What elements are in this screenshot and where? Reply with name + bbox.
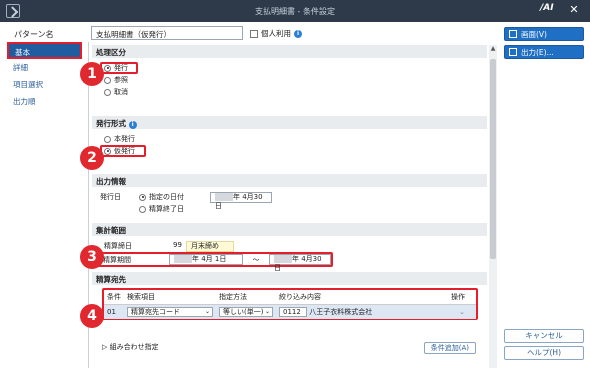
select-value: 精算宛先コード — [131, 308, 180, 316]
screen-icon — [509, 30, 517, 38]
radio-label: 本発行 — [114, 135, 135, 143]
preview-button[interactable]: 画面(V) — [504, 27, 584, 41]
table-row[interactable]: 01 精算宛先コード ⌄ 等しい(単一) ⌄ 0112 八王子衣料株式会社 ⌄ — [104, 304, 476, 320]
export-icon — [509, 48, 517, 56]
tilde: 〜 — [252, 255, 260, 264]
sidebar: 基本 詳細 項目選択 出力順 — [7, 42, 82, 366]
sidebar-item-basic[interactable]: 基本 — [7, 42, 82, 59]
window-title: 支払明細書 - 条件設定 — [255, 7, 335, 16]
section-issue-header: 処理区分 — [92, 45, 487, 58]
sidebar-item-columns[interactable]: 項目選択 — [7, 76, 82, 93]
issue-date-input[interactable]: 年 4月30日 — [210, 191, 272, 210]
close-day-text: 月末締め — [186, 240, 234, 252]
issue-date-label: 発行日 — [100, 193, 121, 201]
condition-table: 条件 検索項目 指定方法 絞り込み内容 操作 01 精算宛先コード ⌄ 等しい(単… — [104, 290, 476, 319]
radio-provisional[interactable]: 仮発行 — [100, 145, 146, 157]
row-no: 01 — [107, 308, 116, 316]
close-day-value[interactable]: 99 — [169, 240, 183, 252]
period-to-input[interactable]: 年 4月30日 — [269, 254, 331, 272]
personal-use-label: 個人利用 — [261, 29, 291, 38]
radio-off-icon[interactable] — [104, 88, 111, 96]
radio-off-icon[interactable] — [139, 205, 146, 213]
section-output-header: 出力情報 — [92, 174, 487, 187]
radio-label: 指定の日付 — [149, 193, 184, 201]
combo-label: 組み合わせ指定 — [109, 343, 159, 351]
close-icon[interactable]: ✕ — [566, 2, 582, 18]
section-title: 発行形式 — [96, 119, 126, 128]
code-input[interactable]: 0112 — [279, 307, 307, 317]
masked-year — [174, 255, 192, 263]
help-button[interactable]: ヘルプ(H) — [504, 346, 584, 360]
add-condition-button[interactable]: 条件追加(A) — [423, 342, 476, 354]
personal-use-checkbox[interactable]: 個人利用 i — [250, 28, 302, 39]
section-dest-header: 精算宛先 — [92, 272, 487, 285]
radio-label: 発行 — [114, 64, 128, 72]
pattern-name-input[interactable]: 支払明細書（仮発行） — [91, 26, 243, 40]
radio-cancel[interactable]: 取消 — [100, 86, 479, 98]
masked-year — [215, 192, 233, 201]
radio-reference[interactable]: 参照 — [100, 74, 479, 86]
annotation-badge-1: 1 — [80, 62, 104, 86]
chevron-down-icon: ⌄ — [204, 308, 210, 315]
select-value: 等しい(単一) — [223, 308, 264, 316]
scrollbar[interactable]: ▲ — [489, 45, 497, 368]
combo-row: ▷ 組み合わせ指定 条件追加(A) — [96, 342, 476, 354]
col-header: 検索項目 — [124, 290, 216, 305]
from-value: 年 4月 1日 — [192, 255, 227, 263]
radio-on-icon[interactable] — [104, 147, 111, 155]
section-format-header: 発行形式 i — [92, 116, 487, 129]
sidebar-item-order[interactable]: 出力順 — [7, 93, 82, 110]
period-row: 精算期間 年 4月 1日 〜 年 4月30日 — [97, 252, 333, 272]
radio-off-icon[interactable] — [104, 76, 111, 84]
col-header: 絞り込み内容 — [276, 290, 448, 305]
button-label: 画面(V) — [521, 29, 547, 39]
close-day-label: 精算締日 — [104, 242, 132, 250]
issue-date-row: 発行日 指定の日付 年 4月30日 — [100, 191, 479, 210]
radio-label: 仮発行 — [114, 147, 135, 155]
col-header: 指定方法 — [216, 290, 276, 305]
info-icon[interactable]: i — [128, 121, 137, 129]
col-header: 条件 — [104, 290, 124, 305]
section-range-header: 集計範囲 — [92, 223, 487, 236]
button-label: 出力(E)... — [521, 47, 554, 57]
period-from-input[interactable]: 年 4月 1日 — [169, 254, 243, 265]
radio-on-icon[interactable] — [139, 193, 146, 201]
close-day-row: 精算締日 99 月末締め — [100, 240, 479, 252]
annotation-badge-3: 3 — [80, 245, 104, 269]
pattern-label: パターン名 — [14, 30, 54, 39]
radio-final[interactable]: 本発行 — [100, 133, 479, 145]
radio-label: 参照 — [114, 76, 128, 84]
sidebar-item-detail[interactable]: 詳細 — [7, 59, 82, 76]
output-button[interactable]: 出力(E)... — [504, 45, 584, 59]
radio-issue[interactable]: 発行 — [100, 62, 138, 74]
radio-off-icon[interactable] — [104, 135, 111, 143]
radio-end-date[interactable]: 精算終了日 — [100, 203, 479, 215]
combo-toggle[interactable]: ▷ 組み合わせ指定 — [102, 342, 159, 354]
scrollbar-thumb[interactable] — [490, 59, 496, 259]
main-panel: 処理区分 発行 参照 取消 発行形式 i 本発行 仮発行 出力情報 発行日 指定… — [92, 45, 487, 368]
cancel-button[interactable]: キャンセル — [504, 329, 584, 343]
annotation-badge-2: 2 — [80, 146, 104, 170]
col-header: 操作 — [448, 290, 476, 305]
radio-on-icon[interactable] — [104, 64, 111, 72]
chevron-down-icon: ⌄ — [264, 308, 270, 315]
scroll-up-icon[interactable]: ▲ — [489, 45, 497, 55]
info-icon[interactable]: i — [294, 29, 302, 38]
chevron-down-icon[interactable]: ⌄ — [448, 305, 476, 320]
radio-label: 取消 — [114, 88, 128, 96]
condition-table-box: 条件 検索項目 指定方法 絞り込み内容 操作 01 精算宛先コード ⌄ 等しい(単… — [102, 288, 478, 320]
method-select[interactable]: 等しい(単一) ⌄ — [219, 307, 273, 317]
annotation-badge-4: 4 — [80, 304, 104, 328]
field-select[interactable]: 精算宛先コード ⌄ — [127, 307, 213, 317]
dest-name: 八王子衣料株式会社 — [309, 308, 373, 316]
period-label: 精算期間 — [103, 255, 131, 264]
radio-label: 精算終了日 — [149, 205, 184, 213]
masked-year — [274, 255, 292, 263]
brand-logo-icon: ∕AI — [540, 3, 554, 13]
title-bar: 支払明細書 - 条件設定 ∕AI ✕ — [0, 0, 590, 22]
checkbox-icon[interactable] — [250, 29, 258, 38]
